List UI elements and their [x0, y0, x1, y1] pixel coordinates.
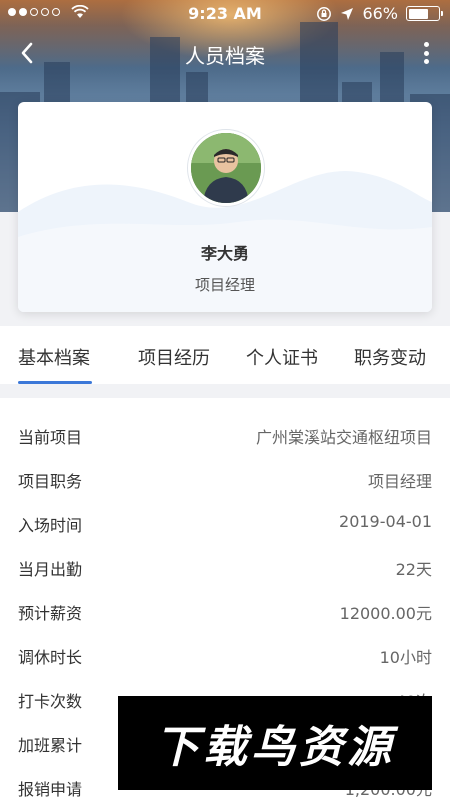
- tab-certificates[interactable]: 个人证书: [246, 344, 318, 370]
- info-value: 10小时: [379, 648, 432, 667]
- info-label: 当前项目: [18, 428, 83, 447]
- status-bar: 9:23 AM 66%: [0, 0, 450, 28]
- battery-icon: [406, 6, 443, 21]
- profile-card: 李大勇 项目经理: [18, 102, 432, 312]
- battery-percent: 66%: [362, 4, 398, 23]
- tab-basic-profile[interactable]: 基本档案: [18, 344, 90, 370]
- info-value: 2019-04-01: [339, 512, 432, 531]
- person-photo: [191, 133, 261, 203]
- watermark: 下载鸟资源: [118, 696, 432, 790]
- profile-name: 李大勇: [200, 244, 249, 263]
- info-label: 预计薪资: [18, 604, 83, 623]
- profile-role: 项目经理: [194, 276, 255, 294]
- info-label: 入场时间: [18, 516, 83, 535]
- info-label: 调休时长: [18, 648, 83, 667]
- active-tab-indicator: [18, 381, 92, 384]
- info-label: 报销申请: [18, 780, 83, 799]
- page-title: 人员档案: [185, 44, 265, 68]
- info-value: 22天: [395, 560, 432, 579]
- info-label: 当月出勤: [18, 560, 83, 579]
- location-icon: [341, 7, 354, 20]
- info-label: 打卡次数: [18, 692, 83, 711]
- info-row-expected-salary: 预计薪资 12000.00元: [0, 588, 450, 632]
- info-value: 项目经理: [367, 472, 432, 491]
- more-button[interactable]: [416, 40, 436, 66]
- nav-bar: 人员档案: [0, 28, 450, 78]
- more-vertical-icon: [423, 42, 429, 47]
- info-row-entry-date: 入场时间 2019-04-01: [0, 500, 450, 544]
- info-label: 项目职务: [18, 472, 83, 491]
- tab-project-experience[interactable]: 项目经历: [138, 344, 210, 370]
- info-value: 12000.00元: [339, 604, 432, 623]
- info-value: 广州棠溪站交通枢纽项目: [255, 428, 432, 447]
- tab-bar: 基本档案 项目经历 个人证书 职务变动: [0, 326, 450, 384]
- info-label: 加班累计: [18, 736, 83, 755]
- info-row-compensatory-leave: 调休时长 10小时: [0, 632, 450, 676]
- info-row-monthly-attendance: 当月出勤 22天: [0, 544, 450, 588]
- avatar[interactable]: [188, 130, 264, 206]
- tab-position-changes[interactable]: 职务变动: [354, 344, 426, 370]
- orientation-lock-icon: [317, 6, 332, 21]
- info-row-current-project: 当前项目 广州棠溪站交通枢纽项目: [0, 412, 450, 456]
- info-row-project-position: 项目职务 项目经理: [0, 456, 450, 500]
